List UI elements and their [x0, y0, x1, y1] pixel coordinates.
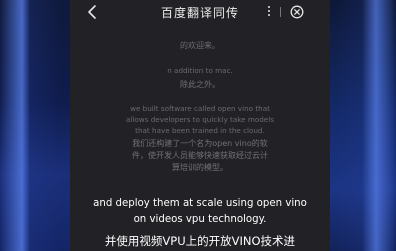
transcript-line: 除此之外。	[180, 80, 220, 89]
background-right-glow	[330, 0, 396, 251]
caption-line: on videos vpu technology.	[133, 214, 267, 225]
circle-x-icon	[290, 5, 304, 19]
transcript-line: 件，使开发人员能够快速获取经过云计	[132, 151, 268, 160]
header-divider	[280, 7, 281, 17]
transcript-line: 算培训的模型。	[172, 163, 228, 172]
transcript-line: we built software called open vino that	[130, 104, 270, 113]
current-english-caption: and deploy them at scale using open vino…	[70, 196, 330, 228]
close-button[interactable]	[290, 4, 304, 19]
more-button[interactable]	[263, 4, 275, 20]
vertical-dots-icon	[263, 6, 275, 16]
background-left-glow	[0, 0, 70, 251]
transcript-fade-overlay	[70, 24, 330, 46]
translation-panel: 百度翻译同传 的欢迎来。 n addition to mac. 除此之外。 we…	[70, 0, 330, 251]
caption-line: and deploy them at scale using open vino	[93, 198, 307, 209]
transcript-line: n addition to mac.	[167, 66, 233, 75]
transcript-line: allows developers to quickly take models	[126, 115, 274, 124]
transcript-line: that have been trained in the cloud.	[135, 126, 265, 135]
current-chinese-caption: 并使用视频VPU上的开放VINO技术进	[104, 234, 296, 248]
header-bar: 百度翻译同传	[70, 0, 330, 24]
transcript-line: 我们还构建了一个名为open vino的软	[132, 139, 268, 148]
